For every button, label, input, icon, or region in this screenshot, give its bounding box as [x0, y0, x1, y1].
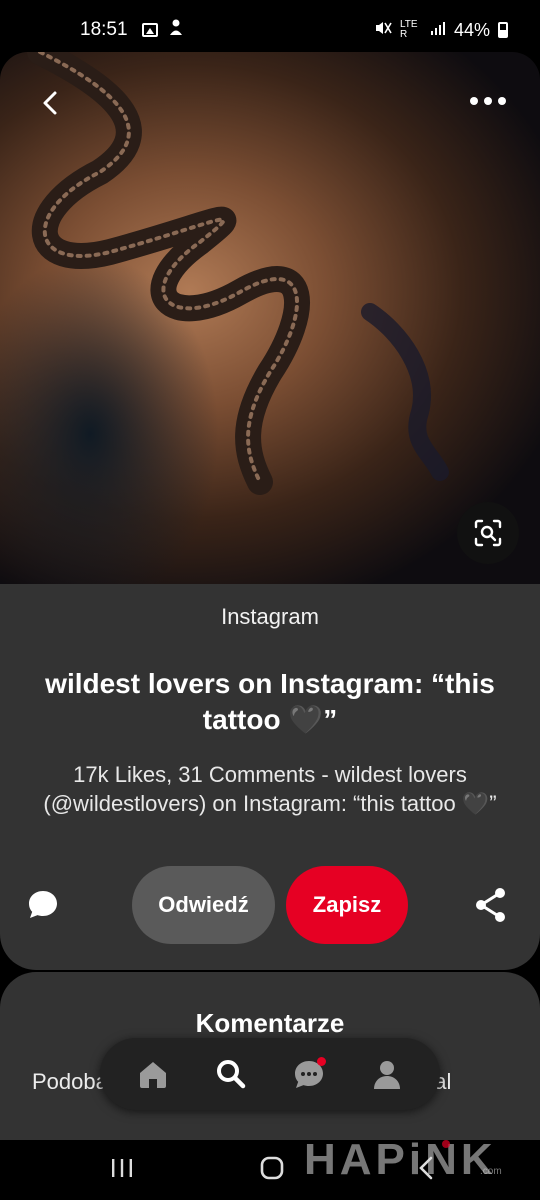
recent-apps-button[interactable]: [108, 1152, 136, 1184]
pin-description: 17k Likes, 31 Comments - wildest lovers …: [43, 762, 497, 816]
mute-icon: [374, 19, 392, 42]
home-system-button[interactable]: [258, 1152, 286, 1184]
share-icon: [476, 888, 505, 922]
visual-search-button[interactable]: [457, 502, 519, 564]
more-dots-icon: [470, 97, 506, 105]
status-bar: 18:51 LTE R 44%: [0, 0, 540, 60]
pin-source[interactable]: Instagram: [0, 604, 540, 630]
bottom-navigation: [100, 1038, 440, 1110]
comment-button[interactable]: [22, 884, 64, 926]
nav-messages[interactable]: [288, 1053, 330, 1095]
battery-percent: 44%: [453, 19, 490, 40]
more-options-button[interactable]: [468, 90, 508, 112]
chevron-left-icon: [43, 91, 57, 115]
status-time: 18:51: [80, 19, 128, 40]
back-button[interactable]: [36, 88, 66, 118]
watermark-text: HAPiNK: [304, 1135, 497, 1184]
network-label: LTE R: [399, 19, 418, 40]
nav-search[interactable]: [210, 1053, 252, 1095]
recent-apps-icon: [112, 1159, 132, 1177]
nav-profile[interactable]: [366, 1053, 408, 1095]
pin-image[interactable]: [0, 52, 540, 584]
snake-tattoo-illustration: [27, 52, 449, 495]
app-notification-icon: [168, 18, 184, 42]
profile-icon: [374, 1061, 400, 1089]
pin-title: wildest lovers on Instagram: “this tatto…: [45, 668, 495, 735]
battery-icon: [498, 22, 508, 38]
watermark-logo: HAPiNK .com: [300, 1130, 520, 1190]
save-button[interactable]: Zapisz: [286, 866, 408, 944]
comments-heading: Komentarze: [195, 1008, 345, 1038]
visit-button[interactable]: Odwiedź: [132, 866, 275, 944]
comment-bubble-icon: [29, 891, 57, 918]
status-notification-icons: [141, 18, 184, 42]
signal-icon: [430, 20, 446, 41]
nav-home[interactable]: [132, 1053, 174, 1095]
gallery-notification-icon: [141, 23, 158, 37]
notification-dot: [317, 1057, 326, 1066]
share-button[interactable]: [472, 884, 510, 926]
lens-search-icon: [474, 519, 502, 547]
status-right: LTE R 44%: [374, 19, 508, 42]
watermark-suffix: .com: [480, 1166, 502, 1177]
home-icon: [140, 1062, 166, 1088]
home-square-icon: [260, 1156, 284, 1180]
search-icon: [217, 1060, 246, 1089]
